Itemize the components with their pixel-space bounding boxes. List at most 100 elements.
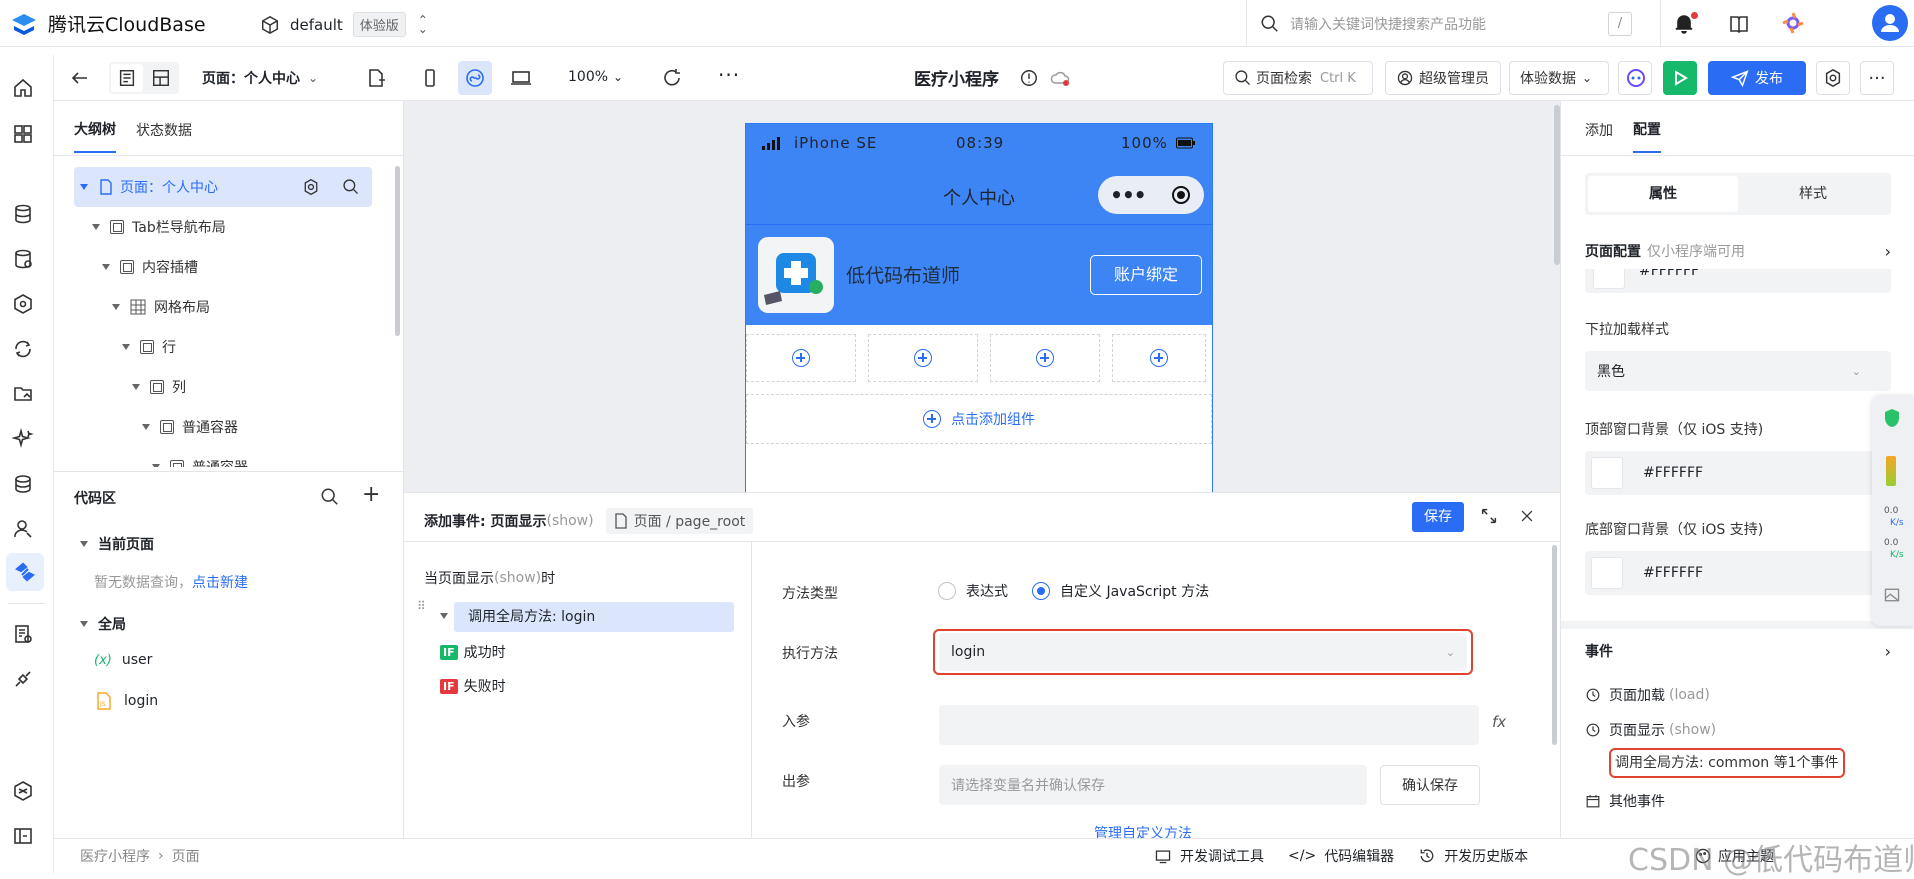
tab-add[interactable]: 添加	[1585, 120, 1613, 152]
exec-method-select[interactable]: login ⌄	[939, 633, 1467, 671]
tab-outline[interactable]: 大纲树	[74, 119, 116, 153]
input-param-field[interactable]	[939, 705, 1479, 745]
settings-button[interactable]	[1816, 61, 1850, 95]
empty-slot[interactable]	[990, 334, 1100, 382]
events-header[interactable]: 事件 ›	[1585, 641, 1891, 661]
colorful-logo-icon[interactable]	[1782, 12, 1804, 34]
lowcode-nav-item[interactable]	[6, 553, 44, 591]
formula-icon[interactable]: fx	[1492, 713, 1506, 731]
publish-button[interactable]: 发布	[1708, 61, 1806, 95]
tree-item-container[interactable]: 普通容器	[74, 447, 372, 467]
book-icon[interactable]	[1728, 13, 1750, 35]
collapse-icon[interactable]	[440, 613, 448, 619]
function-icon[interactable]	[12, 293, 34, 315]
tree-item-grid[interactable]: 网格布局	[74, 287, 372, 327]
manage-methods-link[interactable]: 管理自定义方法	[1094, 823, 1294, 839]
ai-assistant-button[interactable]	[1618, 61, 1652, 95]
outline-scrollbar[interactable]	[395, 166, 400, 336]
bind-account-button[interactable]: 账户绑定	[1090, 255, 1202, 295]
network-widget[interactable]: 0.0 K/s 0.0 K/s	[1872, 396, 1914, 626]
tree-item-column[interactable]: 列	[74, 367, 372, 407]
confirm-save-button[interactable]: 确认保存	[1380, 765, 1480, 805]
other-events[interactable]: 其他事件	[1585, 791, 1665, 811]
info-icon[interactable]	[1019, 68, 1039, 88]
output-param-field[interactable]: 请选择变量名并确认保存	[939, 765, 1367, 805]
home-icon[interactable]	[12, 77, 34, 99]
empty-slot[interactable]	[868, 334, 978, 382]
mobile-icon[interactable]	[419, 67, 441, 89]
partial-color-field[interactable]: #FFFFFF	[1585, 269, 1891, 293]
sync-icon[interactable]	[12, 338, 34, 360]
tab-config[interactable]: 配置	[1633, 119, 1661, 153]
failure-branch[interactable]: IF 失败时	[440, 676, 506, 696]
search-icon[interactable]	[342, 178, 360, 196]
log-icon[interactable]	[12, 623, 34, 645]
storage-icon[interactable]	[12, 248, 34, 270]
action-item-login[interactable]: 调用全局方法: login	[454, 602, 734, 632]
global-item-login[interactable]: JS login	[96, 692, 158, 710]
run-button[interactable]	[1663, 61, 1697, 95]
tree-item-page[interactable]: 页面：个人中心	[74, 167, 372, 207]
folder-icon[interactable]	[12, 383, 34, 405]
refresh-icon[interactable]	[661, 67, 683, 89]
outline-view-button[interactable]	[111, 64, 143, 92]
subtab-styles[interactable]: 样式	[1738, 176, 1888, 212]
tree-item-tab-layout[interactable]: Tab栏导航布局	[74, 207, 372, 247]
empty-slot[interactable]	[1112, 334, 1206, 382]
color-swatch[interactable]	[1591, 557, 1623, 589]
data-mode-selector[interactable]: 体验数据 ⌄	[1509, 61, 1609, 95]
apps-icon[interactable]	[12, 123, 34, 145]
current-page-section[interactable]: 当前页面	[80, 534, 154, 554]
tree-item-container[interactable]: 普通容器	[74, 407, 372, 447]
global-item-user[interactable]: (x) user	[94, 652, 152, 668]
top-bg-color-field[interactable]: #FFFFFF	[1585, 451, 1891, 495]
gear-icon[interactable]	[302, 178, 320, 196]
close-circle-icon[interactable]	[1170, 184, 1192, 206]
event-page-show[interactable]: 页面显示 (show)	[1585, 720, 1716, 740]
code-editor-button[interactable]: </> 代码编辑器	[1288, 846, 1394, 866]
miniprogram-view-button[interactable]	[458, 61, 492, 95]
create-link[interactable]: 点击新建	[192, 575, 248, 591]
subtab-properties[interactable]: 属性	[1588, 176, 1738, 212]
global-section[interactable]: 全局	[80, 614, 126, 634]
color-swatch[interactable]	[1591, 457, 1623, 489]
more-dots-icon[interactable]: •••	[1110, 183, 1146, 207]
event-action-common[interactable]: 调用全局方法: common 等1个事件	[1609, 748, 1845, 778]
more-menu-button[interactable]: ···	[1860, 61, 1894, 95]
env-selector[interactable]: default 体验版 ⌃ ⌄	[260, 12, 428, 37]
radio-expression[interactable]: 表达式	[938, 581, 1008, 601]
search-icon[interactable]	[320, 487, 340, 507]
tab-state-data[interactable]: 状态数据	[136, 120, 192, 152]
save-button[interactable]: 保存	[1412, 502, 1464, 532]
success-branch[interactable]: IF 成功时	[440, 642, 506, 662]
tree-item-row[interactable]: 行	[74, 327, 372, 367]
empty-slot[interactable]	[746, 334, 856, 382]
brand[interactable]: 腾讯云CloudBase	[10, 10, 206, 37]
capsule-menu[interactable]: •••	[1098, 176, 1204, 214]
server-icon[interactable]	[12, 473, 34, 495]
database-icon[interactable]	[12, 203, 34, 225]
layout-view-icon[interactable]	[151, 68, 171, 88]
user-manage-icon[interactable]	[12, 518, 34, 540]
add-page-icon[interactable]	[365, 67, 387, 89]
event-page-load[interactable]: 页面加载 (load)	[1585, 685, 1710, 705]
back-arrow-icon[interactable]	[69, 67, 91, 89]
desktop-icon[interactable]	[510, 67, 532, 89]
tree-item-content-slot[interactable]: 内容插槽	[74, 247, 372, 287]
breadcrumb-app[interactable]: 医疗小程序	[80, 846, 150, 866]
drag-handle-icon[interactable]: ⠿	[417, 600, 426, 612]
page-search-button[interactable]: 页面检索 Ctrl K	[1223, 61, 1373, 95]
zoom-selector[interactable]: 100% ⌄	[568, 69, 623, 85]
debug-tools-button[interactable]: 开发调试工具	[1154, 846, 1264, 866]
avatar[interactable]	[1872, 5, 1908, 41]
radio-custom-js[interactable]: 自定义 JavaScript 方法	[1032, 581, 1209, 601]
pulldown-select[interactable]: 黑色 ⌄	[1585, 351, 1891, 391]
collapse-sidebar-icon[interactable]	[12, 825, 34, 847]
bottom-bg-color-field[interactable]: #FFFFFF	[1585, 551, 1891, 595]
ai-sparkle-icon[interactable]	[12, 428, 34, 450]
more-icon[interactable]: ···	[718, 63, 740, 87]
settings-cube-icon[interactable]	[12, 780, 34, 802]
plugin-icon[interactable]	[12, 668, 34, 690]
cloud-warning-icon[interactable]	[1049, 67, 1071, 89]
page-config-header[interactable]: 页面配置 仅小程序端可用 ›	[1585, 241, 1891, 261]
